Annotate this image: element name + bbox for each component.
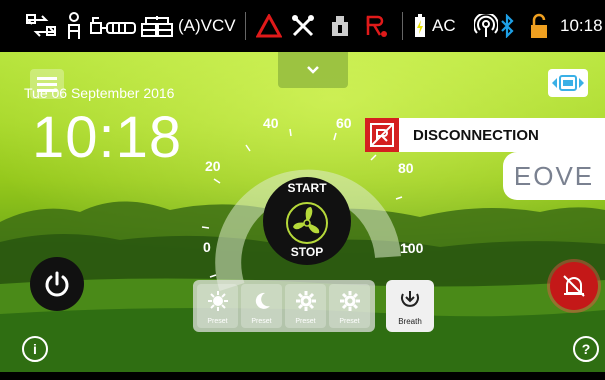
main-screen: Tue 06 September 2016 10:18 0 20 40 60 8…	[0, 52, 605, 372]
breath-label: Breath	[398, 317, 422, 326]
patient-icon	[66, 0, 82, 52]
preset-bar: Preset Preset Preset Preset	[193, 280, 375, 332]
circuit-icon	[89, 0, 137, 52]
stop-label: STOP	[290, 245, 324, 259]
preset-label: Preset	[207, 318, 228, 325]
large-clock: 10:18	[32, 105, 183, 170]
preset-button-4[interactable]: Preset	[329, 284, 370, 328]
gauge-label-20: 20	[205, 158, 221, 174]
network-transfer-icon	[24, 0, 58, 52]
start-label: START	[287, 181, 327, 195]
current-date: Tue 06 September 2016	[24, 85, 175, 101]
preset-label: Preset	[295, 318, 316, 325]
gauge-label-80: 80	[398, 160, 414, 176]
preset-button-1[interactable]: Preset	[197, 284, 238, 328]
alarm-triangle-icon[interactable]	[256, 0, 282, 52]
gear-icon	[285, 290, 326, 312]
preset-button-3[interactable]: Preset	[285, 284, 326, 328]
tools-icon[interactable]	[290, 0, 316, 52]
status-divider	[245, 12, 246, 40]
signal-icon	[474, 0, 498, 52]
gauge-label-60: 60	[336, 115, 352, 131]
lock-icon[interactable]	[530, 0, 548, 52]
brand-logo: EOVE	[503, 152, 605, 200]
manual-breath-icon	[401, 291, 419, 307]
gear-icon	[329, 290, 370, 312]
sun-icon	[197, 290, 238, 312]
preset-label: Preset	[251, 318, 272, 325]
preset-button-2[interactable]: Preset	[241, 284, 282, 328]
status-divider	[402, 12, 403, 40]
screen-swap-icon[interactable]	[548, 69, 588, 97]
status-bar: (A)VCV AC 10:18	[0, 0, 605, 52]
info-icon[interactable]: i	[22, 336, 48, 362]
bottom-edge	[0, 372, 605, 380]
start-stop-button[interactable]: START STOP	[263, 177, 351, 265]
ventilation-mode: (A)VCV	[178, 16, 236, 35]
bluetooth-icon	[500, 0, 514, 52]
alarm-silence-button[interactable]	[550, 262, 598, 310]
power-source: AC	[432, 16, 456, 35]
patient-alert-icon	[365, 118, 399, 152]
preset-label: Preset	[339, 318, 360, 325]
moon-icon	[241, 290, 282, 312]
device-icon	[330, 0, 350, 52]
patient-alert-icon	[362, 0, 388, 52]
breath-button[interactable]: Breath	[386, 280, 434, 332]
power-button[interactable]	[30, 257, 84, 311]
status-time: 10:18	[560, 16, 603, 35]
battery-icon	[414, 0, 426, 52]
help-icon[interactable]: ?	[573, 336, 599, 362]
alarm-banner[interactable]: DISCONNECTION	[365, 118, 605, 152]
gauge-label-100: 100	[400, 240, 424, 256]
humidifier-icon	[140, 0, 174, 52]
gauge-label-0: 0	[203, 239, 211, 255]
chevron-down-icon[interactable]	[278, 52, 348, 88]
alarm-message: DISCONNECTION	[413, 126, 539, 144]
gauge-label-40: 40	[263, 115, 279, 131]
